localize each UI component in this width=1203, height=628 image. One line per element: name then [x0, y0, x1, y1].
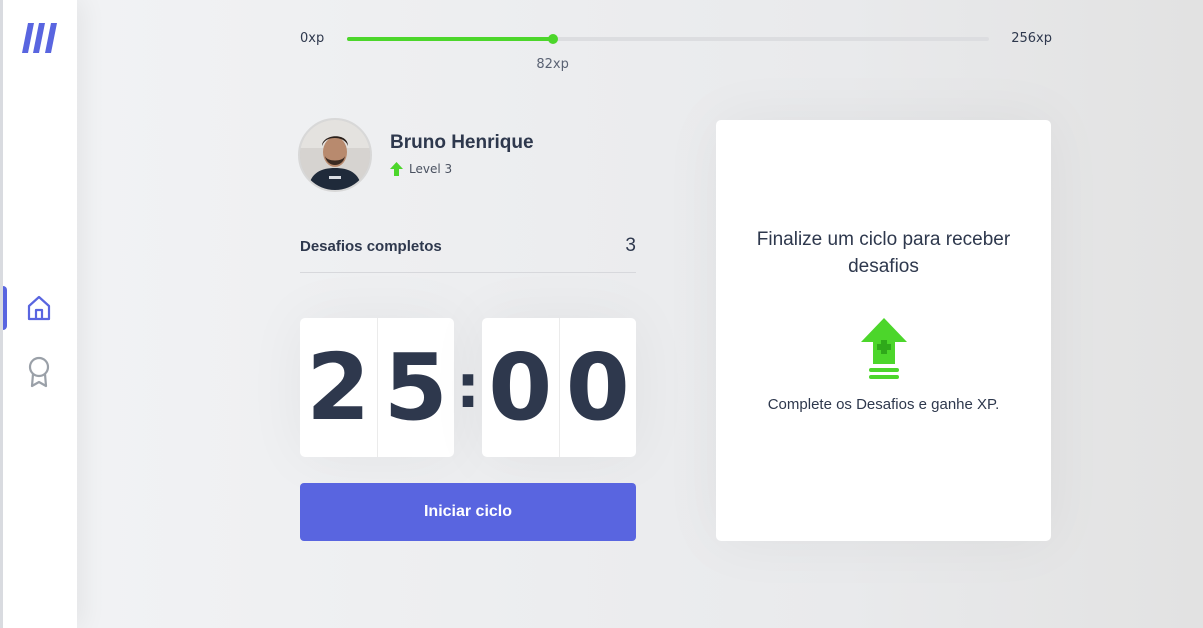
nav-award[interactable] [0, 350, 77, 394]
move-it-logo-icon[interactable] [22, 22, 58, 54]
countdown-separator: : [456, 352, 480, 422]
countdown-minutes: 2 5 [300, 318, 454, 457]
countdown-seconds: 0 0 [482, 318, 636, 457]
nav-active-indicator [3, 286, 7, 330]
xp-fill [347, 37, 553, 41]
sidebar [0, 0, 77, 628]
award-icon [28, 356, 49, 388]
avatar[interactable] [298, 118, 372, 192]
xp-track: 82xp [347, 34, 989, 72]
xp-current-label: 82xp [536, 57, 569, 72]
countdown-second-tens: 0 [488, 334, 553, 441]
experience-bar: 0xp 82xp 256xp [300, 26, 1052, 72]
completed-challenges: Desafios completos 3 [300, 232, 636, 273]
countdown-minute-tens: 2 [306, 334, 371, 441]
challenge-box: Finalize um ciclo para receber desafios … [716, 120, 1051, 541]
countdown-minute-ones: 5 [376, 318, 455, 457]
challenge-description: Complete os Desafios e ganhe XP. [767, 396, 1000, 413]
profile-level: Level 3 [390, 162, 452, 176]
xp-progress-dot [547, 34, 558, 44]
xp-min-label: 0xp [300, 31, 325, 46]
challenge-title: Finalize um ciclo para receber desafios [756, 229, 1011, 277]
profile-level-label: Level 3 [409, 162, 453, 176]
start-cycle-button[interactable]: Iniciar ciclo [300, 483, 636, 541]
nav-home[interactable] [0, 286, 77, 330]
level-up-icon [861, 318, 907, 379]
completed-challenges-count: 3 [625, 235, 636, 256]
countdown-second-ones: 0 [558, 318, 637, 457]
level-up-arrow-icon [390, 162, 403, 176]
profile: Bruno Henrique Level 3 [298, 118, 638, 192]
xp-max-label: 256xp [1011, 31, 1052, 46]
home-icon [27, 295, 50, 321]
completed-challenges-label: Desafios completos [300, 238, 442, 255]
profile-name: Bruno Henrique [390, 132, 534, 153]
